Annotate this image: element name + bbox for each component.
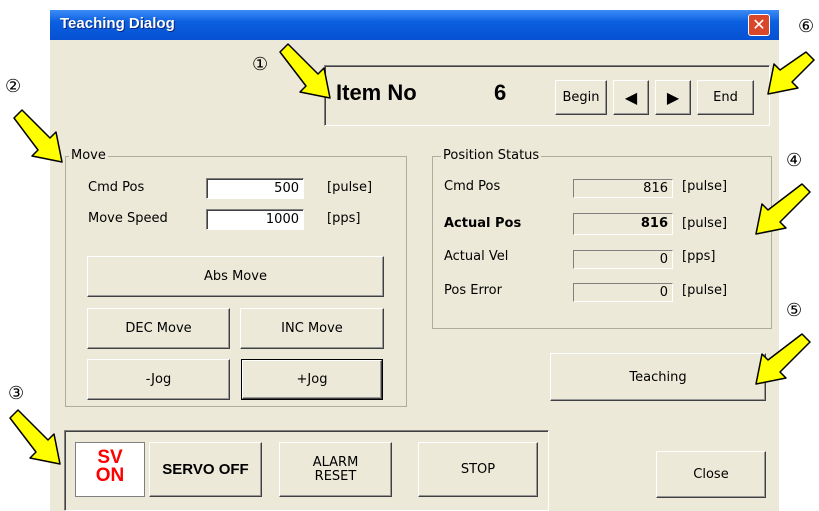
arrow-5-icon (755, 333, 811, 385)
callout-arrows (9, 43, 815, 465)
arrow-4-icon (755, 183, 811, 235)
arrow-2-icon (13, 109, 63, 163)
arrow-6-icon (767, 51, 815, 95)
arrow-1-icon (279, 43, 331, 99)
arrow-3-icon (9, 409, 61, 465)
